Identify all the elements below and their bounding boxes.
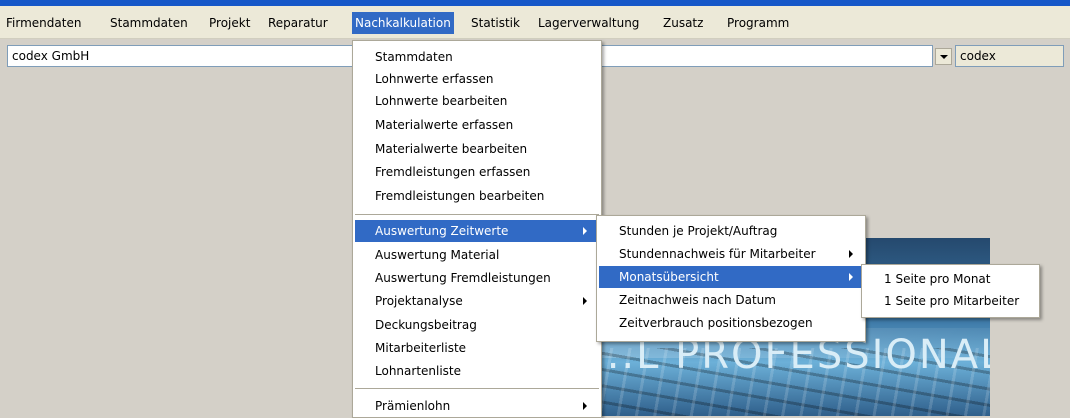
menu-bar: Firmendaten Stammdaten Projekt Reparatur… — [0, 6, 1070, 39]
menuitem-label: Auswertung Zeitwerte — [375, 224, 509, 238]
menu-zusatz[interactable]: Zusatz — [660, 12, 706, 34]
menuitem-fremdleistungen-erfassen[interactable]: Fremdleistungen erfassen — [355, 161, 599, 183]
submenu-arrow-icon — [849, 250, 853, 258]
menu-firmendaten[interactable]: Firmendaten — [3, 12, 84, 34]
menuitem-materialwerte-bearbeiten[interactable]: Materialwerte bearbeiten — [355, 138, 599, 160]
nachkalkulation-dropdown: Stammdaten Lohnwerte erfassen Lohnwerte … — [352, 40, 602, 418]
menuitem-seite-pro-monat[interactable]: 1 Seite pro Monat — [864, 268, 1037, 290]
menuitem-lohnwerte-erfassen[interactable]: Lohnwerte erfassen — [355, 68, 599, 90]
menuitem-seite-pro-mitarbeiter[interactable]: 1 Seite pro Mitarbeiter — [864, 290, 1037, 312]
menuitem-stammdaten[interactable]: Stammdaten — [355, 46, 599, 68]
menu-reparatur[interactable]: Reparatur — [265, 12, 331, 34]
menuitem-lohnartenliste[interactable]: Lohnartenliste — [355, 360, 599, 382]
menu-programm[interactable]: Programm — [724, 12, 792, 34]
menuitem-zeitnachweis-datum[interactable]: Zeitnachweis nach Datum — [599, 289, 863, 311]
menu-separator — [355, 388, 599, 389]
menu-projekt[interactable]: Projekt — [206, 12, 253, 34]
combobox-dropdown-arrow-icon[interactable] — [935, 48, 952, 65]
menu-lagerverwaltung[interactable]: Lagerverwaltung — [535, 12, 642, 34]
zeitwerte-submenu: Stunden je Projekt/Auftrag Stundennachwe… — [596, 215, 866, 342]
submenu-arrow-icon — [583, 227, 587, 235]
menuitem-auswertung-zeitwerte[interactable]: Auswertung Zeitwerte — [355, 220, 599, 242]
menuitem-label: Prämienlohn — [375, 399, 451, 413]
submenu-arrow-icon — [583, 297, 587, 305]
menuitem-deckungsbeitrag[interactable]: Deckungsbeitrag — [355, 314, 599, 336]
menuitem-auswertung-material[interactable]: Auswertung Material — [355, 244, 599, 266]
menuitem-auswertung-fremdleistungen[interactable]: Auswertung Fremdleistungen — [355, 267, 599, 289]
monatsuebersicht-submenu: 1 Seite pro Monat 1 Seite pro Mitarbeite… — [861, 264, 1040, 318]
menuitem-projektanalyse[interactable]: Projektanalyse — [355, 290, 599, 312]
menuitem-stunden-je-projekt[interactable]: Stunden je Projekt/Auftrag — [599, 220, 863, 242]
menuitem-zeitverbrauch[interactable]: Zeitverbrauch positionsbezogen — [599, 312, 863, 334]
menu-separator — [355, 214, 599, 215]
menuitem-label: Monatsübersicht — [619, 270, 719, 284]
menuitem-lohnwerte-bearbeiten[interactable]: Lohnwerte bearbeiten — [355, 90, 599, 112]
menuitem-fremdleistungen-bearbeiten[interactable]: Fremdleistungen bearbeiten — [355, 185, 599, 207]
menuitem-label: Projektanalyse — [375, 294, 463, 308]
menuitem-praemienlohn[interactable]: Prämienlohn — [355, 395, 599, 417]
submenu-arrow-icon — [849, 273, 853, 281]
menuitem-monatsuebersicht[interactable]: Monatsübersicht — [599, 266, 863, 288]
menu-stammdaten[interactable]: Stammdaten — [107, 12, 191, 34]
menu-statistik[interactable]: Statistik — [468, 12, 523, 34]
menuitem-materialwerte-erfassen[interactable]: Materialwerte erfassen — [355, 114, 599, 136]
menuitem-mitarbeiterliste[interactable]: Mitarbeiterliste — [355, 337, 599, 359]
menuitem-stundennachweis[interactable]: Stundennachweis für Mitarbeiter — [599, 243, 863, 265]
menu-nachkalkulation[interactable]: Nachkalkulation — [352, 12, 454, 34]
submenu-arrow-icon — [583, 402, 587, 410]
company-short-field[interactable]: codex — [955, 45, 1064, 67]
menuitem-label: Stundennachweis für Mitarbeiter — [619, 247, 816, 261]
